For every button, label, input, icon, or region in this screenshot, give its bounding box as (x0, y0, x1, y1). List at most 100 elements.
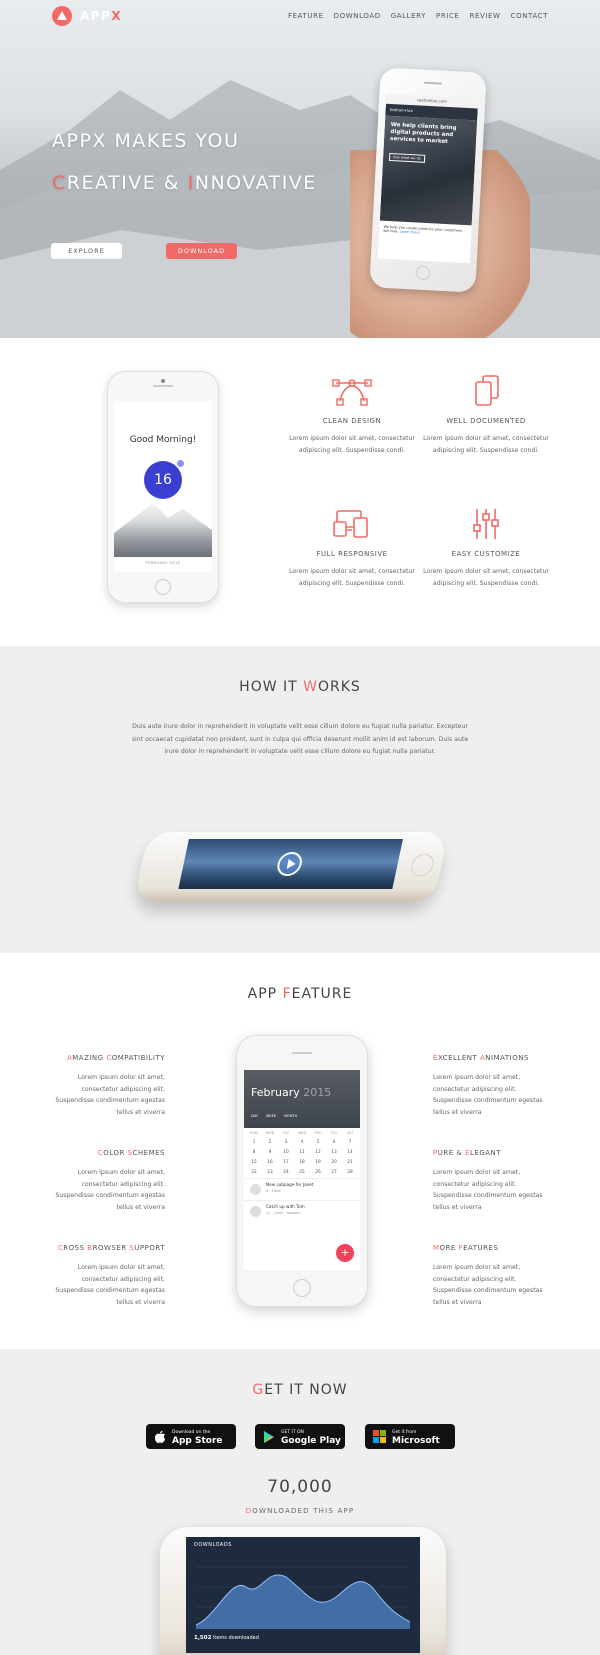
documents-icon (475, 375, 499, 406)
feature-phone-mockup: Good Morning! 16 FEBRUARY 2015 (107, 371, 219, 603)
play-icon[interactable] (275, 852, 305, 876)
phone-screen: February 2015 DAY WEEK MONTH SUN MON TUE WE… (244, 1070, 360, 1270)
calendar-day[interactable]: 13 (326, 1150, 342, 1155)
feature-title: WELL DOCUMENTED (446, 417, 526, 425)
nav-link-review[interactable]: REVIEW (470, 12, 501, 20)
feature-title: FULL RESPONSIVE (316, 550, 388, 558)
calendar-day[interactable]: 10 (278, 1150, 294, 1155)
feature-title: EASY CUSTOMIZE (451, 550, 521, 558)
tab-day[interactable]: DAY (251, 1114, 258, 1118)
nav-link-download[interactable]: DOWNLOAD (334, 12, 381, 20)
feature-text: Lorem ipsum dolor sit amet, consectetur … (433, 1264, 543, 1306)
how-it-works-section: HOW IT WORKS Duis aute irure dolor in re… (0, 646, 600, 953)
calendar-day[interactable]: 1 (246, 1140, 262, 1145)
feature-text: Lorem ipsum dolor sit amet, consectetur … (289, 435, 415, 454)
calendar-day[interactable]: 21 (342, 1160, 358, 1165)
logo-text: APPX (80, 9, 123, 23)
phone-screen: teehanlax.com teehan+lax We help clients… (377, 93, 479, 264)
phone-speaker (424, 81, 443, 85)
download-count-label: DOWNLOADED THIS APP (245, 1507, 355, 1515)
calendar-day[interactable]: 4 (294, 1140, 310, 1145)
calendar-day[interactable]: 3 (278, 1140, 294, 1145)
downloads-phone-mockup: DOWNLOADS 1,502 items downloaded (160, 1527, 446, 1655)
add-icon[interactable]: + (336, 1244, 354, 1262)
feature-text: Lorem ipsum dolor sit amet, consectetur … (433, 1169, 543, 1211)
calendar-day[interactable]: 26 (310, 1170, 326, 1175)
nav-link-gallery[interactable]: GALLERY (391, 12, 426, 20)
phone-home-button (415, 265, 431, 281)
calendar-day[interactable]: 24 (278, 1170, 294, 1175)
weekday-label: THU (314, 1131, 322, 1135)
section-title: APP FEATURE (247, 986, 353, 1002)
calendar-day[interactable]: 7 (342, 1140, 358, 1145)
how-it-works-text: Duis aute irure dolor in reprehenderit i… (131, 723, 469, 755)
feature-text: Lorem ipsum dolor sit amet, consectetur … (55, 1074, 165, 1116)
calendar-day[interactable]: 20 (326, 1160, 342, 1165)
phone-speaker (153, 385, 173, 387)
nav-link-price[interactable]: PRICE (436, 12, 459, 20)
devices-icon (333, 510, 368, 538)
calendar-day[interactable]: 8 (246, 1150, 262, 1155)
phone-screen (178, 839, 403, 889)
calendar-event[interactable]: Catch up with Tom 11 - 12am · Yasapon (244, 1200, 360, 1222)
calendar-day[interactable]: 5 (310, 1140, 326, 1145)
calendar-day[interactable]: 25 (294, 1170, 310, 1175)
calendar-day[interactable]: 16 (262, 1160, 278, 1165)
calendar-day[interactable]: 18 (294, 1160, 310, 1165)
download-button[interactable]: DOWNLOAD (166, 243, 237, 259)
feature-title: MORE FEATURES (433, 1244, 499, 1252)
calendar-event[interactable]: New subpage for Janet 8 - 10am (244, 1178, 360, 1200)
play-store-icon (264, 1430, 274, 1443)
notification-dot (177, 460, 184, 467)
section-title: HOW IT WORKS (239, 679, 361, 695)
calendar-day[interactable]: 22 (246, 1170, 262, 1175)
phone-camera (161, 379, 165, 383)
calendar-day[interactable]: 2 (262, 1140, 278, 1145)
calendar-day[interactable]: 28 (342, 1170, 358, 1175)
microsoft-store-button[interactable]: Get it from Microsoft (365, 1424, 455, 1449)
feature-text: Lorem ipsum dolor sit amet, consectetur … (423, 435, 549, 454)
event-avatar (250, 1184, 261, 1195)
nav-link-feature[interactable]: FEATURE (288, 12, 324, 20)
logo[interactable]: APPX (52, 6, 122, 26)
top-nav: APPX FEATURE DOWNLOAD GALLERY PRICE REVI… (0, 0, 600, 32)
hero-title-line1: APPX MAKES YOU (52, 130, 240, 152)
nav-link-contact[interactable]: CONTACT (511, 12, 548, 20)
calendar-day[interactable]: 6 (326, 1140, 342, 1145)
feature-easy-customize: EASY CUSTOMIZE Lorem ipsum dolor sit ame… (421, 508, 551, 589)
calendar-tabs: DAY WEEK MONTH (251, 1114, 297, 1118)
site-hero: We help clients bring digital products a… (379, 115, 478, 226)
google-play-button[interactable]: GET IT ON Google Play (255, 1424, 345, 1449)
calendar-day[interactable]: 14 (342, 1150, 358, 1155)
calendar-day[interactable]: 27 (326, 1170, 342, 1175)
sliders-icon (473, 509, 499, 539)
site-foot: We help you create products your custome… (383, 224, 463, 235)
app-feature-section: APP FEATURE AMAZING COMPATIBILITY Lorem … (0, 953, 600, 1349)
calendar-day[interactable]: 19 (310, 1160, 326, 1165)
phone-home-button (293, 1279, 311, 1297)
site-headline: We help clients bring digital products a… (389, 121, 457, 145)
microsoft-icon (373, 1430, 386, 1443)
calendar-day[interactable]: 9 (262, 1150, 278, 1155)
feature-cross-browser-support: CROSS BROWSER SUPPORT Lorem ipsum dolor … (47, 1244, 165, 1308)
calendar-phone-mockup: February 2015 DAY WEEK MONTH SUN MON TUE WE… (236, 1035, 368, 1307)
calendar-day[interactable]: 15 (246, 1160, 262, 1165)
feature-title: CROSS BROWSER SUPPORT (57, 1244, 165, 1252)
calendar-day[interactable]: 11 (294, 1150, 310, 1155)
features-section: Good Morning! 16 FEBRUARY 2015 CLEAN DES… (0, 338, 600, 646)
calendar-day[interactable]: 23 (262, 1170, 278, 1175)
feature-title: CLEAN DESIGN (322, 417, 382, 425)
explore-button[interactable]: EXPLORE (51, 243, 122, 259)
tab-week[interactable]: WEEK (266, 1114, 276, 1118)
app-store-button[interactable]: Download on the App Store (146, 1424, 236, 1449)
feature-title: PURE & ELEGANT (433, 1149, 502, 1157)
calendar-day[interactable]: 17 (278, 1160, 294, 1165)
feature-amazing-compatibility: AMAZING COMPATIBILITY Lorem ipsum dolor … (47, 1054, 165, 1118)
calendar-day[interactable]: 12 (310, 1150, 326, 1155)
tab-month[interactable]: MONTH (284, 1114, 297, 1118)
hero-phone-mockup: teehanlax.com teehan+lax We help clients… (369, 67, 487, 293)
download-count: 70,000 (267, 1477, 333, 1497)
phone-screen: Good Morning! 16 FEBRUARY 2015 (114, 401, 212, 572)
calendar-header: February 2015 DAY WEEK MONTH (244, 1070, 360, 1128)
apple-icon (155, 1430, 165, 1443)
